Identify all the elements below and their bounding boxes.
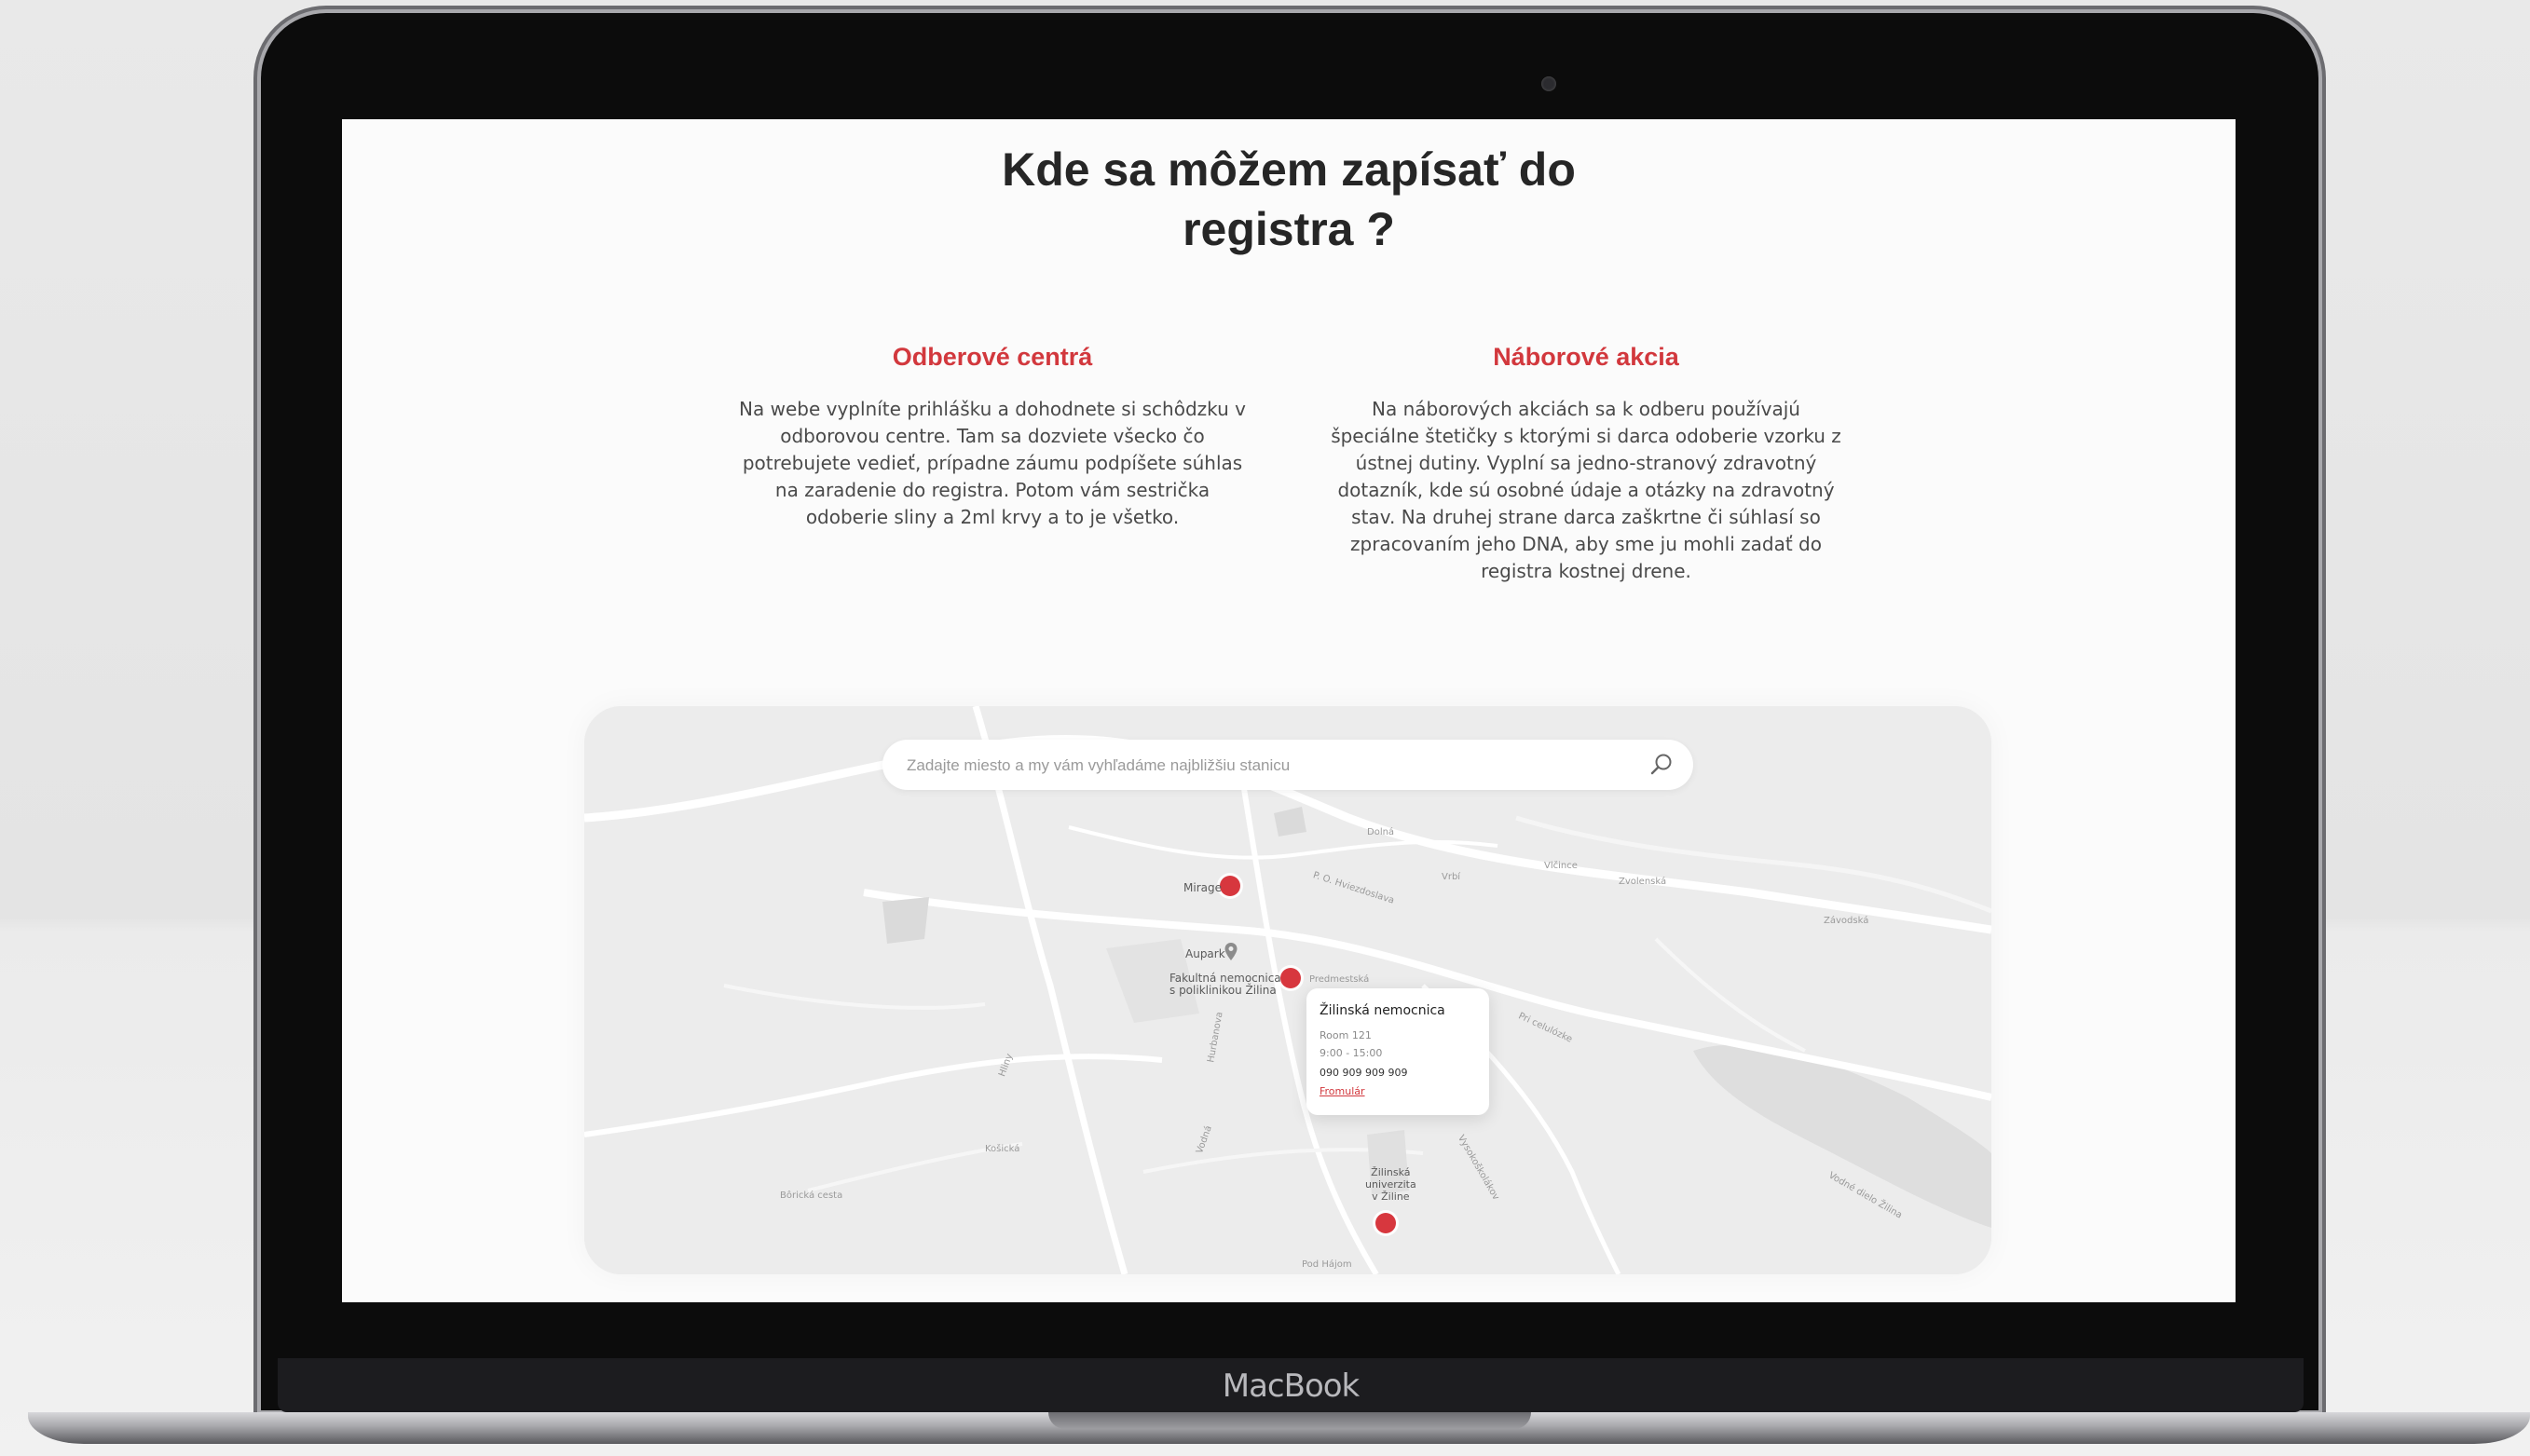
- location-pin-icon: [1224, 943, 1238, 960]
- popup-phone: 090 909 909 909: [1320, 1067, 1408, 1079]
- street-label: Vrbí: [1442, 872, 1461, 882]
- laptop-notch: [1048, 1412, 1531, 1429]
- map-label-line: s poliklinikou Žilina: [1169, 984, 1277, 997]
- camera-icon: [1541, 76, 1556, 91]
- laptop-bottom-bezel: MacBook: [278, 1358, 2304, 1412]
- section-odberove-centra: Odberové centrá Na webe vyplníte prihláš…: [732, 343, 1253, 531]
- map-marker-mirage[interactable]: [1220, 876, 1240, 896]
- street-label: Závodská: [1824, 916, 1869, 926]
- page-title-line-1: Kde sa môžem zapísať do: [1002, 143, 1576, 196]
- street-label: Pod Hájom: [1302, 1259, 1352, 1270]
- map-label-line: univerzita: [1365, 1178, 1416, 1191]
- street-label: Dolná: [1367, 827, 1395, 837]
- section-text: Na webe vyplníte prihlášku a dohodnete s…: [739, 398, 1246, 528]
- map-marker-university[interactable]: [1375, 1213, 1396, 1233]
- popup-title: Žilinská nemocnica: [1320, 1003, 1445, 1018]
- map-label-line: v Žiline: [1372, 1191, 1410, 1203]
- street-label: Bôrická cesta: [780, 1191, 843, 1201]
- street-label: Predmestská: [1309, 974, 1370, 985]
- section-heading: Odberové centrá: [892, 343, 1093, 371]
- street-label: Košická: [985, 1144, 1020, 1154]
- section-naborove-akcia: Náborové akcia Na náborových akciách sa …: [1325, 343, 1847, 585]
- map-marker-hospital[interactable]: [1280, 968, 1301, 988]
- popup-form-link[interactable]: Fromulár: [1320, 1085, 1365, 1097]
- map-info-popup: Žilinská nemocnica Room 121 9:00 - 15:00…: [1306, 988, 1489, 1115]
- map-label-line: Žilinská: [1371, 1166, 1411, 1178]
- street-label: Vlčince: [1544, 861, 1578, 871]
- map-search-input[interactable]: [905, 747, 1617, 784]
- search-icon[interactable]: [1648, 752, 1675, 778]
- section-text: Na náborových akciách sa k odberu použív…: [1331, 398, 1841, 582]
- map[interactable]: Mirage Aupark Fakultná nemocnica s polik…: [584, 706, 1991, 1274]
- page-title: Kde sa môžem zapísať do registra ?: [342, 140, 2236, 259]
- popup-room: Room 121: [1320, 1029, 1372, 1041]
- street-label: Zvolenská: [1619, 877, 1667, 887]
- map-label-hospital: Fakultná nemocnica s poliklinikou Žilina: [1169, 973, 1281, 997]
- map-label-university: Žilinská univerzita v Žiline: [1365, 1166, 1416, 1203]
- map-label-line: Fakultná nemocnica: [1169, 972, 1281, 985]
- map-label-aupark: Aupark: [1185, 947, 1225, 960]
- map-search-bar: [882, 740, 1693, 790]
- page-title-line-2: registra ?: [1183, 203, 1395, 255]
- map-label-mirage: Mirage: [1183, 881, 1222, 894]
- map-streets: [584, 706, 1991, 1274]
- brand-label: MacBook: [1222, 1368, 1360, 1405]
- section-heading: Náborové akcia: [1493, 343, 1679, 371]
- popup-hours: 9:00 - 15:00: [1320, 1047, 1383, 1059]
- screen: Kde sa môžem zapísať do registra ? Odber…: [342, 119, 2236, 1302]
